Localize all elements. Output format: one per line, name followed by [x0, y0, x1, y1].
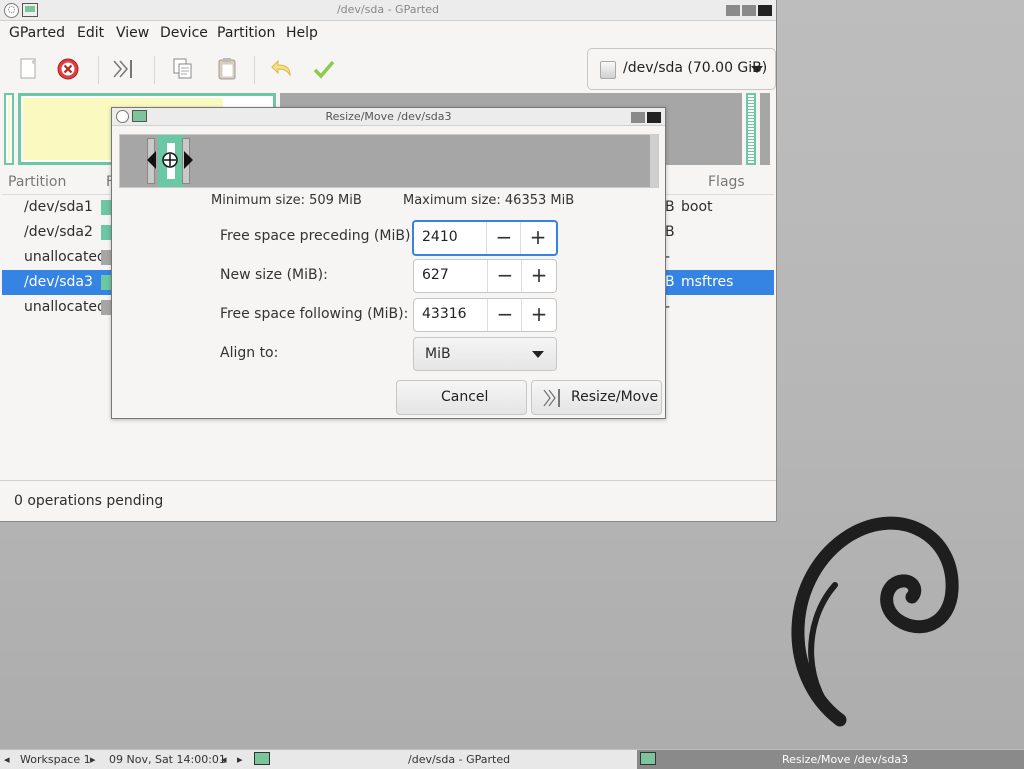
resize-move-icon[interactable] [111, 56, 137, 82]
dialog-titlebar[interactable]: Resize/Move /dev/sda3 [112, 108, 665, 126]
cancel-button[interactable]: Cancel [396, 380, 527, 415]
dialog-window-controls [629, 111, 661, 123]
filesystem-color-swatch [101, 250, 111, 265]
maximize-button[interactable] [631, 112, 645, 123]
apply-icon[interactable] [311, 56, 337, 82]
menubar: GParted Edit View Device Partition Help [0, 21, 776, 47]
copy-icon[interactable] [170, 56, 196, 82]
column-flags[interactable]: Flags [708, 174, 745, 190]
partition-name: unallocated [24, 249, 106, 265]
resize-move-icon [543, 389, 560, 407]
free-space-preceding-label: Free space preceding (MiB): [220, 228, 416, 244]
partition-name: /dev/sda2 [24, 224, 93, 240]
delete-partition-icon[interactable] [55, 56, 81, 82]
visualizer-end [650, 135, 658, 187]
partition-name: /dev/sda3 [24, 274, 93, 290]
dialog-title: Resize/Move /dev/sda3 [325, 110, 452, 123]
align-to-value: MiB [425, 346, 451, 362]
window-titlebar[interactable]: ◌ /dev/sda - GParted [0, 0, 776, 21]
taskbar-left-arrow[interactable]: ◂ [4, 753, 10, 766]
partition-flags: boot [681, 199, 713, 215]
resize-move-dialog: Resize/Move /dev/sda3 Minimum size: 509 … [111, 107, 666, 419]
minimum-size-label: Minimum size: 509 MiB [211, 193, 362, 208]
move-cursor-icon [147, 151, 193, 169]
menu-edit[interactable]: Edit [77, 25, 104, 41]
filesystem-color-swatch [101, 200, 111, 215]
menu-device[interactable]: Device [160, 25, 208, 41]
decrement-button[interactable]: − [487, 260, 522, 292]
debian-swirl-logo [791, 516, 959, 727]
gparted-task-icon [254, 752, 270, 765]
prev-arrow[interactable]: ◂ [221, 753, 227, 766]
increment-button[interactable]: + [521, 260, 556, 292]
partition-block-sda1[interactable] [4, 93, 14, 165]
partition-size-tail: B [665, 199, 675, 215]
column-partition[interactable]: Partition [8, 174, 66, 190]
free-space-following-spinbutton[interactable]: 43316 − + [413, 298, 557, 332]
clock: 09 Nov, Sat 14:00:01 [109, 753, 226, 766]
partition-flags: msftres [681, 274, 734, 290]
operations-pending: 0 operations pending [14, 493, 164, 509]
partition-name: /dev/sda1 [24, 199, 93, 215]
decrement-button[interactable]: − [487, 299, 522, 331]
statusbar: 0 operations pending [0, 480, 776, 522]
minimize-button[interactable] [726, 5, 740, 16]
new-size-spinbutton[interactable]: 627 − + [413, 259, 557, 293]
chevron-down-icon [751, 66, 763, 73]
filesystem-color-swatch [101, 225, 111, 240]
resize-move-button-label: Resize/Move [571, 389, 659, 405]
chevron-down-icon [532, 351, 544, 358]
free-space-preceding-spinbutton[interactable]: 2410 − + [412, 220, 558, 256]
partition-block-unallocated-2[interactable] [760, 93, 770, 165]
device-selector-label: /dev/sda (70.00 GiB) [623, 60, 768, 76]
maximize-button[interactable] [742, 5, 756, 16]
disk-icon [600, 61, 616, 79]
partition-size-tail: B [665, 274, 675, 290]
maximum-size-label: Maximum size: 46353 MiB [403, 193, 575, 208]
task-gparted[interactable]: /dev/sda - GParted [408, 753, 510, 766]
increment-button[interactable]: + [521, 299, 556, 331]
align-to-label: Align to: [220, 345, 279, 361]
partition-block-sda3[interactable] [746, 93, 756, 165]
free-space-preceding-value[interactable]: 2410 [422, 229, 458, 245]
resize-task-icon [640, 752, 656, 765]
paste-icon[interactable] [214, 56, 240, 82]
cancel-button-label: Cancel [441, 389, 489, 405]
filesystem-color-swatch [101, 300, 111, 315]
partition-name: unallocated [24, 299, 106, 315]
next-arrow[interactable]: ▸ [237, 753, 243, 766]
task-resize-move[interactable]: Resize/Move /dev/sda3 [637, 750, 1024, 769]
new-size-label: New size (MiB): [220, 267, 328, 283]
menu-partition[interactable]: Partition [217, 25, 275, 41]
increment-button[interactable]: + [520, 222, 555, 254]
window-title: /dev/sda - GParted [336, 3, 440, 16]
menu-view[interactable]: View [116, 25, 149, 41]
decrement-button[interactable]: − [486, 222, 521, 254]
device-selector[interactable]: /dev/sda (70.00 GiB) [587, 48, 776, 90]
resize-move-button[interactable]: Resize/Move [531, 380, 662, 415]
partition-size-tail: B [665, 224, 675, 240]
window-controls [724, 4, 772, 16]
undo-icon[interactable] [269, 56, 295, 82]
task-resize-move-label: Resize/Move /dev/sda3 [782, 753, 909, 766]
free-space-following-value[interactable]: 43316 [422, 306, 467, 322]
close-button[interactable] [647, 112, 661, 123]
taskbar-right-arrow[interactable]: ▸ [90, 753, 96, 766]
workspace-switcher[interactable]: Workspace 1 [20, 753, 91, 766]
new-partition-icon[interactable] [15, 56, 41, 82]
menu-gparted[interactable]: GParted [9, 25, 65, 41]
menu-help[interactable]: Help [286, 25, 318, 41]
close-button[interactable] [758, 5, 772, 16]
filesystem-color-swatch [101, 275, 111, 290]
new-size-value[interactable]: 627 [422, 267, 449, 283]
resize-visualizer[interactable] [119, 134, 659, 188]
align-to-dropdown[interactable]: MiB [413, 337, 557, 371]
taskbar: ◂ Workspace 1 ▸ 09 Nov, Sat 14:00:01 ◂ ▸… [0, 749, 1024, 769]
free-space-following-label: Free space following (MiB): [220, 306, 409, 322]
